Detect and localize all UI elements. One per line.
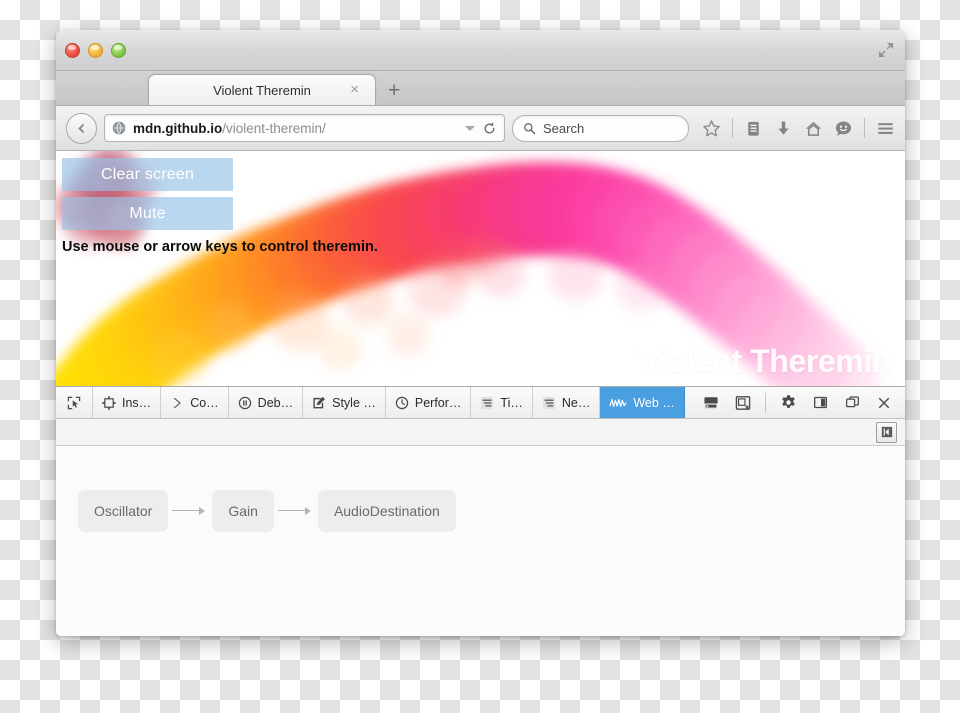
audio-node-destination[interactable]: AudioDestination: [317, 490, 456, 532]
browser-tab[interactable]: Violent Theremin ×: [148, 74, 376, 105]
devtools-tab-label: Ne…: [561, 395, 591, 410]
style-editor-icon: [313, 396, 326, 408]
devtools-tab-timeline[interactable]: Ti…: [471, 387, 533, 418]
audio-connection-arrow: [168, 504, 212, 518]
devtools-tab-style-editor[interactable]: Style …: [303, 387, 386, 418]
url-path: /violent-theremin/: [222, 120, 326, 136]
dock-side-icon: [813, 396, 827, 409]
devtools-empty-area: [56, 576, 905, 636]
url-host: mdn.github.io: [133, 120, 223, 136]
devtools-tab-label: Deb…: [257, 395, 294, 410]
devtools-tab-console[interactable]: Co…: [161, 387, 229, 418]
sidebar-toggle-icon: [881, 426, 892, 438]
gear-icon: [781, 395, 795, 408]
reload-icon[interactable]: [482, 121, 497, 136]
back-button[interactable]: [66, 112, 97, 144]
settings-button[interactable]: [773, 388, 803, 418]
toolbar-separator: [864, 118, 865, 138]
debugger-pause-icon: [238, 396, 251, 409]
bookmark-star-icon[interactable]: [702, 119, 721, 138]
sync-smiley-icon[interactable]: [834, 119, 853, 138]
network-bars-icon: [542, 396, 555, 409]
new-tab-button[interactable]: +: [388, 80, 400, 101]
tab-title: Violent Theremin: [213, 82, 311, 98]
instruction-text: Use mouse or arrow keys to control there…: [62, 239, 378, 255]
toolbar-icons: [696, 118, 895, 138]
clear-screen-button[interactable]: Clear screen: [62, 158, 233, 191]
devtools-tab-label: Co…: [190, 395, 219, 410]
split-console-button[interactable]: [696, 388, 726, 418]
web-audio-graph[interactable]: Oscillator Gain AudioDestination: [56, 446, 905, 576]
inspector-icon: [102, 395, 116, 410]
split-console-icon: [704, 396, 718, 409]
devtools-tab-performance[interactable]: Perfor…: [386, 387, 472, 418]
devtools-tab-label: Perfor…: [414, 395, 462, 410]
browser-window: Violent Theremin × + mdn.github.io/viole…: [56, 30, 905, 636]
responsive-design-button[interactable]: [728, 388, 758, 418]
fullscreen-expand-icon[interactable]: [877, 41, 895, 59]
back-arrow-icon: [78, 122, 84, 134]
devtools-tab-inspector[interactable]: Ins…: [93, 387, 162, 418]
timeline-bars-icon: [481, 396, 494, 409]
page-viewport: Clear screen Mute Use mouse or arrow key…: [56, 151, 905, 386]
devtools-tab-debugger[interactable]: Deb…: [229, 387, 304, 418]
performance-stopwatch-icon: [395, 396, 409, 409]
audio-node-gain[interactable]: Gain: [212, 490, 274, 532]
window-titlebar: [56, 30, 905, 71]
responsive-design-icon: [735, 395, 751, 410]
page-watermark: Violent Theremin: [638, 343, 891, 379]
devtools-toolbar-right: [690, 387, 905, 418]
globe-icon: [112, 121, 126, 135]
minimize-window-button[interactable]: [88, 43, 103, 58]
element-picker-button[interactable]: [56, 387, 93, 418]
sidebar-toggle-button[interactable]: [876, 421, 897, 443]
devtools-toolbar: Ins… Co… Deb… Style … Perfor… Ti… Ne… We…: [56, 387, 905, 419]
close-icon: [878, 397, 890, 408]
zoom-window-button[interactable]: [111, 43, 126, 58]
search-input[interactable]: Search: [543, 121, 584, 136]
devtools-tab-label: Style …: [332, 395, 376, 410]
search-icon: [524, 122, 536, 134]
url-text: mdn.github.io/violent-theremin/: [133, 121, 458, 136]
tab-strip: Violent Theremin × +: [56, 71, 905, 106]
window-controls: [65, 43, 126, 58]
devtools-tab-web-audio[interactable]: Web …: [600, 387, 685, 418]
web-audio-waveform-icon: [609, 398, 627, 407]
element-picker-icon: [67, 396, 81, 409]
separate-window-button[interactable]: [837, 388, 867, 418]
address-bar[interactable]: mdn.github.io/violent-theremin/: [104, 114, 505, 142]
downloads-icon[interactable]: [774, 119, 793, 138]
console-chevron-icon: [173, 397, 182, 408]
audio-connection-arrow: [274, 504, 318, 518]
toolbar-separator: [732, 118, 733, 138]
devtools-tab-label: Ti…: [500, 395, 523, 410]
tab-close-icon[interactable]: ×: [350, 82, 359, 97]
reader-list-icon[interactable]: [744, 119, 763, 138]
navigation-toolbar: mdn.github.io/violent-theremin/ Search: [56, 106, 905, 151]
separate-window-icon: [845, 396, 859, 408]
mute-button[interactable]: Mute: [62, 197, 233, 230]
close-window-button[interactable]: [65, 43, 80, 58]
toolbar-separator: [765, 392, 766, 413]
close-devtools-button[interactable]: [869, 388, 899, 418]
devtools-subtoolbar: [56, 419, 905, 446]
home-icon[interactable]: [804, 119, 823, 138]
search-bar[interactable]: Search: [512, 114, 689, 142]
devtools-tab-label: Ins…: [122, 395, 152, 410]
chevron-down-icon[interactable]: [465, 125, 475, 131]
devtools-tab-label: Web …: [633, 395, 675, 410]
audio-node-oscillator[interactable]: Oscillator: [78, 490, 169, 532]
devtools-panel: Ins… Co… Deb… Style … Perfor… Ti… Ne… We…: [56, 386, 905, 636]
dock-side-button[interactable]: [805, 388, 835, 418]
devtools-tab-network[interactable]: Ne…: [533, 387, 601, 418]
hamburger-menu-icon[interactable]: [876, 119, 895, 138]
